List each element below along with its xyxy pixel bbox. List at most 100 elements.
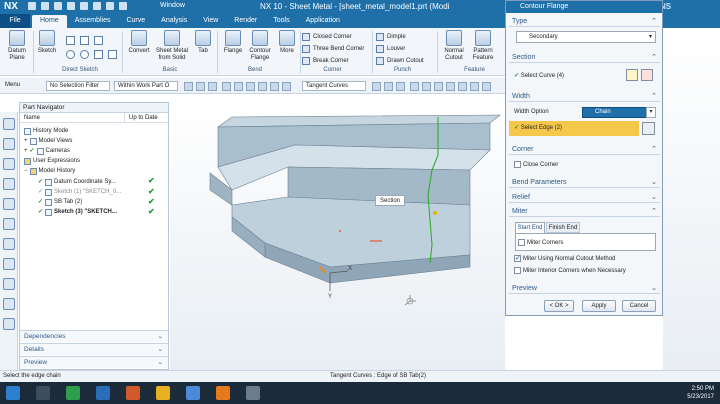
- select-edge-row[interactable]: ✓ Select Edge (2): [509, 121, 639, 136]
- tree-item-model-history[interactable]: − Model History: [24, 167, 75, 176]
- system-scenes-icon[interactable]: [3, 298, 15, 310]
- edge-icon[interactable]: [270, 82, 279, 91]
- body-icon[interactable]: [246, 82, 255, 91]
- tree-item-cameras[interactable]: + ✓ Cameras: [24, 147, 70, 156]
- preview-panel[interactable]: Preview ⌄: [20, 356, 168, 368]
- apply-button[interactable]: Apply: [582, 300, 616, 312]
- sketch-button[interactable]: Sketch: [32, 30, 62, 55]
- curve-rule-dropdown[interactable]: Tangent Curves: [302, 81, 366, 91]
- type-dropdown[interactable]: Secondary ▾: [516, 31, 656, 43]
- save-icon[interactable]: [28, 2, 36, 10]
- start-end-tab[interactable]: Start End: [515, 222, 545, 233]
- feature-icon[interactable]: [234, 82, 243, 91]
- miter-normal-checkbox[interactable]: Miter Using Normal Cutout Method: [514, 255, 615, 262]
- tab-assemblies[interactable]: Assemblies: [67, 15, 119, 28]
- normal-cutout-button[interactable]: Normal Cutout: [439, 30, 469, 62]
- datum-plane-button[interactable]: Datum Plane: [2, 30, 32, 62]
- miter-section[interactable]: Miter ⌃: [509, 206, 660, 217]
- checkbox[interactable]: [514, 161, 521, 168]
- deselect-icon[interactable]: [208, 82, 217, 91]
- tree-item-history-mode[interactable]: History Mode: [24, 127, 68, 136]
- snap-icon[interactable]: [184, 82, 193, 91]
- tab-feature-button[interactable]: Tab: [188, 30, 218, 55]
- expand-icon[interactable]: +: [24, 147, 28, 156]
- word-icon[interactable]: [96, 386, 110, 400]
- vlc-icon[interactable]: [216, 386, 230, 400]
- louver-button[interactable]: Louver: [376, 45, 405, 53]
- sketch-more-icon[interactable]: [108, 50, 117, 59]
- tab-home[interactable]: Home: [32, 15, 67, 28]
- selection-filter-dropdown[interactable]: No Selection Filter: [46, 81, 110, 91]
- bend-more-button[interactable]: More: [272, 30, 302, 55]
- select-curve-row[interactable]: ✓ Select Curve (4): [514, 72, 564, 79]
- menu-button[interactable]: Menu: [2, 81, 38, 91]
- checkbox-checked[interactable]: [514, 255, 521, 262]
- tab-analysis[interactable]: Analysis: [153, 15, 195, 28]
- process-studio-icon[interactable]: [3, 258, 15, 270]
- task-view-icon[interactable]: [36, 386, 50, 400]
- checkbox[interactable]: [518, 239, 525, 246]
- part-navigator-icon[interactable]: [3, 118, 15, 130]
- expand-icon[interactable]: +: [24, 137, 28, 146]
- rectangle-icon[interactable]: [80, 36, 89, 45]
- break-corner-button[interactable]: Break Corner: [302, 57, 349, 65]
- details-panel[interactable]: Details ⌄: [20, 343, 168, 355]
- face-icon[interactable]: [258, 82, 267, 91]
- control-point-icon[interactable]: [434, 82, 443, 91]
- midpoint-icon[interactable]: [422, 82, 431, 91]
- tab-application[interactable]: Application: [298, 15, 348, 28]
- finish-end-tab[interactable]: Finish End: [546, 222, 580, 233]
- relief-section[interactable]: Relief ⌄: [509, 192, 660, 203]
- repeat-icon[interactable]: [106, 2, 114, 10]
- center-point-icon[interactable]: [446, 82, 455, 91]
- endpoint-icon[interactable]: [410, 82, 419, 91]
- graphics-window[interactable]: X Y Section: [170, 95, 505, 370]
- point-on-curve-icon[interactable]: [482, 82, 491, 91]
- constraint-navigator-icon[interactable]: [3, 158, 15, 170]
- section-section[interactable]: Section ⌃: [509, 52, 660, 63]
- preview-section[interactable]: Preview ⌄: [509, 283, 660, 294]
- system-clock[interactable]: 2:50 PM 5/23/2017: [687, 385, 714, 401]
- width-section[interactable]: Width ⌃: [509, 91, 660, 102]
- contour-flange-button[interactable]: Contour Flange: [245, 30, 275, 62]
- file-tab[interactable]: File: [0, 14, 30, 28]
- cancel-button[interactable]: Cancel: [622, 300, 656, 312]
- miter-interior-checkbox[interactable]: Miter Interior Corners when Necessary: [514, 267, 626, 274]
- tree-item-sketch-1[interactable]: ✓ Sketch (1) "SKETCH_0...: [38, 188, 121, 197]
- cut-icon[interactable]: [67, 2, 75, 10]
- undo-icon[interactable]: [41, 2, 49, 10]
- column-up-to-date[interactable]: Up to Date: [125, 113, 158, 122]
- window-menu[interactable]: Window: [160, 2, 185, 9]
- profile-icon[interactable]: [94, 36, 103, 45]
- intersection-icon[interactable]: [470, 82, 479, 91]
- tab-view[interactable]: View: [195, 15, 226, 28]
- miter-corners-checkbox[interactable]: Miter Corners: [518, 239, 563, 246]
- three-bend-corner-button[interactable]: Three Bend Corner: [302, 45, 364, 53]
- tab-curve[interactable]: Curve: [118, 15, 153, 28]
- sheet-metal-from-solid-button[interactable]: Sheet Metal from Solid: [155, 30, 189, 62]
- quadrant-icon[interactable]: [458, 82, 467, 91]
- tree-item-model-views[interactable]: + Model Views: [24, 137, 72, 146]
- file-explorer-icon[interactable]: [156, 386, 170, 400]
- collapse-icon[interactable]: −: [24, 167, 28, 176]
- hd3d-tools-icon[interactable]: [3, 198, 15, 210]
- web-browser-icon[interactable]: [3, 218, 15, 230]
- start-icon[interactable]: [6, 386, 20, 400]
- convert-button[interactable]: Convert: [124, 30, 154, 55]
- curve-select-icon[interactable]: [641, 69, 653, 81]
- manufacturing-icon[interactable]: [3, 318, 15, 330]
- tree-item-sb-tab[interactable]: ✓ SB Tab (2): [38, 198, 82, 207]
- curve-icon[interactable]: [282, 82, 291, 91]
- corner-section[interactable]: Corner ⌃: [509, 144, 660, 155]
- bend-parameters-section[interactable]: Bend Parameters ⌄: [509, 177, 660, 188]
- circle-icon[interactable]: [80, 50, 89, 59]
- assembly-navigator-icon[interactable]: [3, 138, 15, 150]
- arc-icon[interactable]: [66, 50, 75, 59]
- copy-icon[interactable]: [80, 2, 88, 10]
- redo-icon[interactable]: [54, 2, 62, 10]
- paste-icon[interactable]: [93, 2, 101, 10]
- sheet-metal-model[interactable]: X Y: [170, 95, 505, 370]
- pattern-feature-button[interactable]: Pattern Feature: [468, 30, 498, 62]
- history-icon[interactable]: [3, 238, 15, 250]
- point-icon[interactable]: [94, 50, 103, 59]
